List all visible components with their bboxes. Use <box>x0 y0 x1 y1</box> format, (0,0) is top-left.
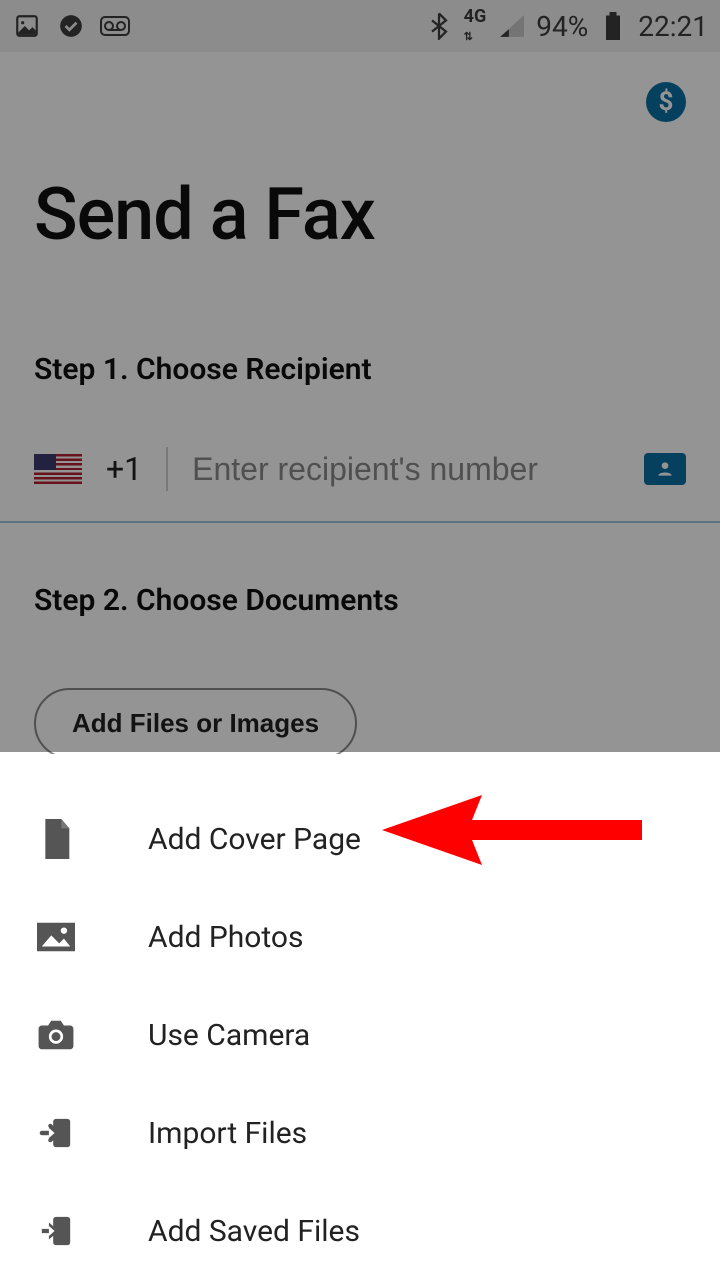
sheet-item-label: Add Saved Files <box>148 1214 360 1249</box>
network-type: 4G⇅ <box>464 8 487 44</box>
sheet-add-photos[interactable]: Add Photos <box>0 888 720 986</box>
divider <box>0 521 720 523</box>
sheet-add-cover-page[interactable]: Add Cover Page <box>0 790 720 888</box>
sheet-import-files[interactable]: Import Files <box>0 1084 720 1182</box>
sheet-use-camera[interactable]: Use Camera <box>0 986 720 1084</box>
voicemail-status-icon <box>100 11 130 41</box>
status-bar: 4G⇅ 94% 22:21 <box>0 0 720 52</box>
step2-label: Step 2. Choose Documents <box>34 583 686 618</box>
add-files-label: Add Files or Images <box>72 708 319 739</box>
add-files-button[interactable]: Add Files or Images <box>34 688 357 759</box>
separator <box>166 447 168 491</box>
document-icon <box>36 819 76 859</box>
add-document-sheet: Add Cover Page Add Photos Use Camera Imp… <box>0 754 720 1280</box>
dollar-icon: $ <box>659 87 674 117</box>
sheet-add-saved-files[interactable]: Add Saved Files <box>0 1182 720 1280</box>
check-status-icon <box>56 11 86 41</box>
import-icon <box>36 1211 76 1251</box>
credits-button[interactable]: $ <box>646 82 686 122</box>
sheet-item-label: Use Camera <box>148 1018 310 1053</box>
gallery-status-icon <box>12 11 42 41</box>
recipient-number-input[interactable] <box>192 451 620 488</box>
contacts-button[interactable] <box>644 453 686 485</box>
step1-label: Step 1. Choose Recipient <box>34 352 686 387</box>
import-icon <box>36 1113 76 1153</box>
signal-icon <box>496 11 526 41</box>
recipient-row: +1 <box>34 447 686 521</box>
battery-percent: 94% <box>536 10 588 43</box>
clock: 22:21 <box>638 10 708 43</box>
sheet-item-label: Add Photos <box>148 920 304 955</box>
photo-icon <box>36 917 76 957</box>
us-flag-icon[interactable] <box>34 454 82 484</box>
battery-icon <box>598 11 628 41</box>
sheet-item-label: Import Files <box>148 1116 307 1151</box>
person-icon <box>655 459 675 479</box>
country-code[interactable]: +1 <box>106 450 142 488</box>
bluetooth-icon <box>424 11 454 41</box>
sheet-item-label: Add Cover Page <box>148 822 361 857</box>
page-title: Send a Fax <box>34 172 686 257</box>
camera-icon <box>36 1015 76 1055</box>
